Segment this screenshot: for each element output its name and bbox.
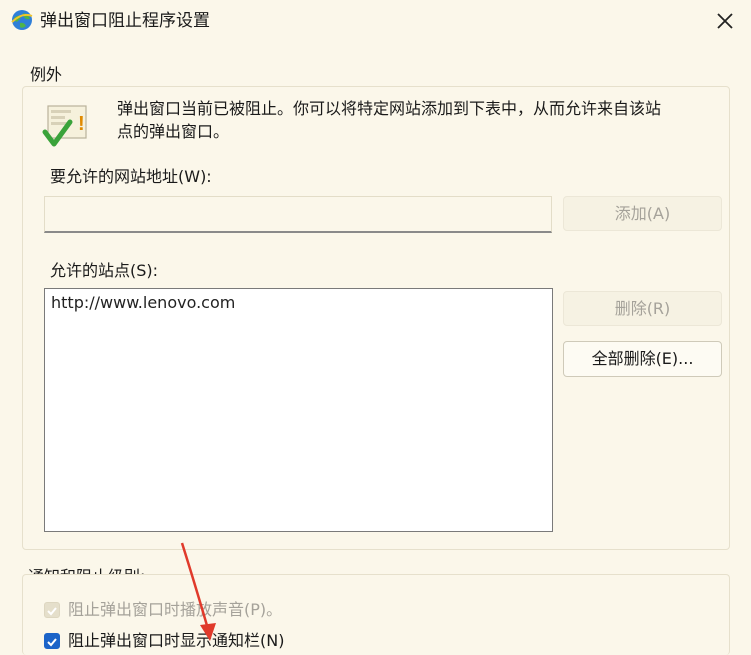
ie-globe-icon bbox=[10, 8, 34, 32]
remove-button[interactable]: 删除(R) bbox=[563, 291, 722, 326]
remove-all-button[interactable]: 全部删除(E)... bbox=[563, 341, 722, 377]
add-button[interactable]: 添加(A) bbox=[563, 196, 722, 231]
close-button[interactable] bbox=[712, 8, 738, 34]
check-icon bbox=[47, 638, 57, 647]
allowed-sites-list[interactable]: http://www.lenovo.com bbox=[44, 288, 553, 532]
close-icon bbox=[717, 13, 733, 29]
info-message-line1: 弹出窗口当前已被阻止。你可以将特定网站添加到下表中，从而允许来自该站 bbox=[117, 99, 662, 118]
list-item[interactable]: http://www.lenovo.com bbox=[45, 292, 552, 314]
check-icon bbox=[47, 607, 57, 616]
exceptions-group-label: 例外 bbox=[30, 64, 67, 86]
address-label: 要允许的网站地址(W): bbox=[50, 167, 212, 186]
info-message-line2: 点的弹出窗口。 bbox=[117, 122, 230, 141]
show-bar-checkbox[interactable] bbox=[44, 633, 60, 649]
play-sound-checkbox[interactable] bbox=[44, 602, 60, 618]
warning-checkmark-icon: ! bbox=[42, 104, 90, 150]
website-address-input[interactable] bbox=[44, 196, 552, 233]
allowed-sites-label: 允许的站点(S): bbox=[50, 261, 159, 280]
window-title: 弹出窗口阻止程序设置 bbox=[40, 11, 210, 31]
annotation-arrow bbox=[180, 542, 216, 641]
svg-text:!: ! bbox=[78, 113, 85, 135]
